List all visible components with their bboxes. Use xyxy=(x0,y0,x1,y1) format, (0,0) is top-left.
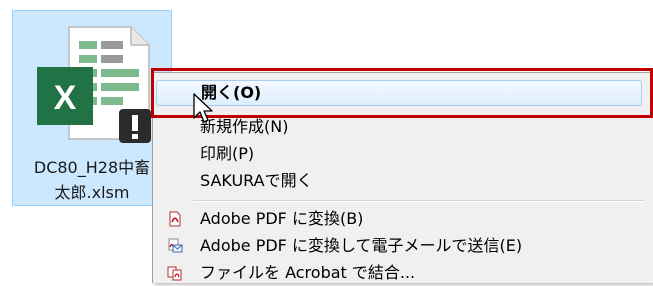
menu-item-pdf-email-label: Adobe PDF に変換して電子メールで送信(E) xyxy=(200,236,523,255)
menu-item-sakura-label: SAKURAで開く xyxy=(200,171,313,190)
menu-separator xyxy=(193,200,643,202)
context-menu: 開く(O) 新規作成(N) 印刷(P) SAKURAで開く Adobe PDF … xyxy=(152,72,653,283)
menu-item-pdf-convert-label: Adobe PDF に変換(B) xyxy=(200,209,364,228)
menu-item-acrobat-combine-label: ファイルを Acrobat で結合... xyxy=(200,263,416,282)
pdf-email-icon xyxy=(168,238,183,253)
svg-text:X: X xyxy=(54,79,77,117)
excel-macro-file-icon: X xyxy=(37,26,151,143)
menu-item-new[interactable]: 新規作成(N) xyxy=(156,114,642,140)
menu-item-print-label: 印刷(P) xyxy=(200,144,255,163)
mouse-cursor-icon xyxy=(193,93,213,123)
file-name-label: DC80_H28中畜 太郎.xlsm xyxy=(13,155,171,205)
menu-item-pdf-convert[interactable]: Adobe PDF に変換(B) xyxy=(156,206,642,232)
selected-file-tile[interactable]: X DC80_H28中畜 太郎.xlsm xyxy=(12,10,172,206)
acrobat-combine-icon xyxy=(167,266,182,281)
menu-item-sakura[interactable]: SAKURAで開く xyxy=(156,168,642,194)
file-name-line2: 太郎.xlsm xyxy=(54,183,130,202)
menu-item-acrobat-combine[interactable]: ファイルを Acrobat で結合... xyxy=(156,260,642,286)
file-name-line1: DC80_H28中畜 xyxy=(33,158,151,177)
menu-item-pdf-email[interactable]: Adobe PDF に変換して電子メールで送信(E) xyxy=(156,233,642,259)
menu-item-print[interactable]: 印刷(P) xyxy=(156,141,642,167)
pdf-convert-icon xyxy=(169,211,181,227)
menu-item-open[interactable]: 開く(O) xyxy=(156,80,642,106)
